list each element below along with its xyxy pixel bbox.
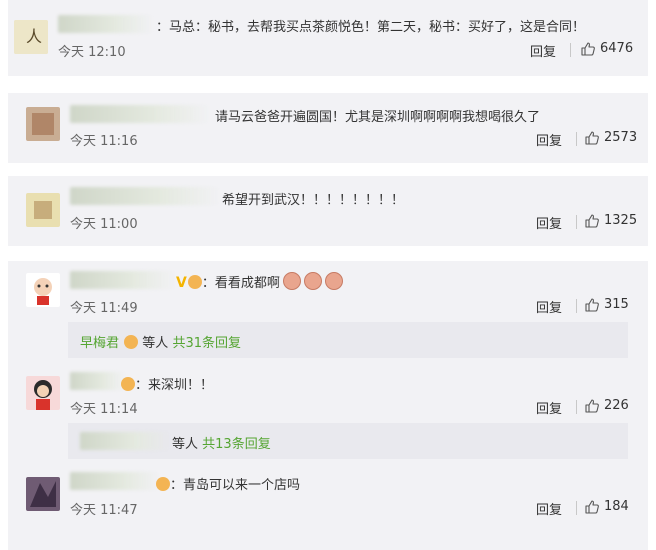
- svg-text:人: 人: [26, 27, 42, 46]
- thumbs-up-icon[interactable]: [580, 41, 596, 57]
- username-blurred: [80, 432, 170, 450]
- avatar[interactable]: [26, 107, 60, 141]
- thumbs-up-icon[interactable]: [584, 213, 600, 229]
- comment-text: 希望开到武汉！！！！！！！！: [222, 193, 405, 208]
- like-count[interactable]: 6476: [600, 41, 633, 56]
- sub-reply-summary[interactable]: 等人 共13条回复: [68, 423, 628, 459]
- face-emoji-icon: [324, 272, 343, 290]
- comment-time: 今天 11:16: [70, 134, 138, 149]
- comment-text: 请马云爸爸开遍圆国！尤其是深圳啊啊啊啊我想喝很久了: [215, 110, 541, 125]
- like-count[interactable]: 184: [604, 499, 629, 514]
- comment-time: 今天 11:14: [70, 402, 138, 417]
- reply-button[interactable]: 回复: [530, 41, 556, 60]
- like-count[interactable]: 1325: [604, 213, 637, 228]
- comment-text: ：来深圳！！: [120, 374, 213, 393]
- username-blurred: [70, 187, 220, 205]
- like-count[interactable]: 315: [604, 297, 629, 312]
- comment-time: 今天 11:00: [70, 217, 138, 232]
- comment-text: V ：看看成都啊: [176, 272, 343, 291]
- crown-emoji-icon: [124, 335, 139, 349]
- thumbs-up-icon[interactable]: [584, 297, 600, 313]
- divider: [576, 132, 577, 146]
- sub-reply-middle: 等人: [172, 437, 199, 452]
- username-blurred: [70, 105, 210, 123]
- username-blurred: [70, 472, 160, 490]
- avatar[interactable]: [26, 376, 60, 410]
- comment-time: 今天 12:10: [58, 45, 126, 60]
- comment-card: 请马云爸爸开遍圆国！尤其是深圳啊啊啊啊我想喝很久了 今天 11:16 回复 25…: [8, 93, 648, 163]
- reply-button[interactable]: 回复: [536, 297, 562, 316]
- comment-card: 人 ：马总：秘书，去帮我买点茶颜悦色！第二天，秘书：买好了，这是合同！ 今天 1…: [8, 0, 648, 76]
- face-emoji-icon: [303, 272, 322, 290]
- like-count[interactable]: 2573: [604, 130, 637, 145]
- avatar[interactable]: [26, 273, 60, 307]
- sub-reply-count[interactable]: 共13条回复: [202, 437, 271, 452]
- vip-v-icon: V: [176, 275, 187, 291]
- divider: [576, 400, 577, 414]
- divider: [570, 43, 571, 57]
- divider: [576, 299, 577, 313]
- thumbs-up-icon[interactable]: [584, 130, 600, 146]
- like-count[interactable]: 226: [604, 398, 629, 413]
- reply-button[interactable]: 回复: [536, 213, 562, 232]
- divider: [576, 501, 577, 515]
- sub-reply-count[interactable]: 共31条回复: [172, 336, 241, 351]
- sub-reply-summary[interactable]: 早梅君 等人 共31条回复: [68, 322, 628, 358]
- reply-button[interactable]: 回复: [536, 398, 562, 417]
- avatar[interactable]: [26, 193, 60, 227]
- comment-time: 今天 11:49: [70, 301, 138, 316]
- avatar[interactable]: 人: [14, 20, 48, 54]
- comment-text: ：马总：秘书，去帮我买点茶颜悦色！第二天，秘书：买好了，这是合同！: [156, 20, 586, 35]
- thumbs-up-icon[interactable]: [584, 499, 600, 515]
- crown-emoji-icon: [156, 477, 170, 491]
- comment-text: ：青岛可以来一个店吗: [155, 474, 300, 493]
- username-blurred: [58, 15, 153, 33]
- username-blurred: [70, 271, 175, 289]
- reply-button[interactable]: 回复: [536, 499, 562, 518]
- crown-emoji-icon: [121, 377, 135, 391]
- username-blurred: [70, 372, 125, 390]
- divider: [576, 215, 577, 229]
- crown-emoji-icon: [187, 275, 202, 289]
- comment-card: 希望开到武汉！！！！！！！！ 今天 11:00 回复 1325: [8, 176, 648, 246]
- comment-time: 今天 11:47: [70, 503, 138, 518]
- face-emoji-icon: [282, 272, 301, 290]
- avatar[interactable]: [26, 477, 60, 511]
- reply-button[interactable]: 回复: [536, 130, 562, 149]
- sub-reply-middle: 等人: [142, 336, 169, 351]
- sub-reply-user[interactable]: 早梅君: [80, 336, 119, 351]
- thumbs-up-icon[interactable]: [584, 398, 600, 414]
